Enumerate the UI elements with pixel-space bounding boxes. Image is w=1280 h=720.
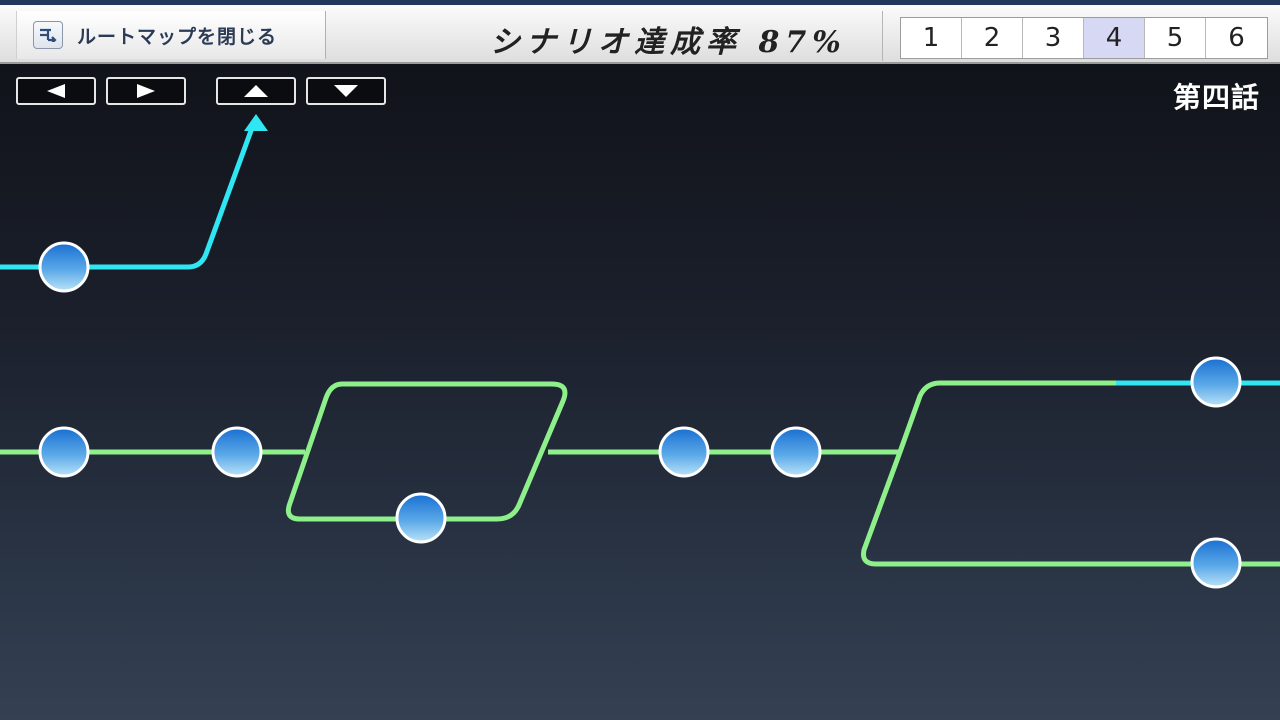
down-arrow-icon	[334, 85, 358, 97]
left-arrow-icon	[47, 84, 65, 98]
route-map-canvas	[0, 114, 1280, 589]
scroll-right-button[interactable]	[106, 77, 186, 105]
scroll-down-button[interactable]	[306, 77, 386, 105]
route-node[interactable]	[211, 426, 263, 478]
right-arrow-icon	[137, 84, 155, 98]
scroll-left-button[interactable]	[16, 77, 96, 105]
route-node[interactable]	[658, 426, 710, 478]
route-node[interactable]	[770, 426, 822, 478]
green-route-branch-loop-2	[861, 380, 1280, 567]
route-node[interactable]	[38, 241, 90, 293]
route-node[interactable]	[1190, 537, 1242, 589]
route-nodes	[38, 241, 1242, 589]
cyan-route-arrowhead	[244, 114, 268, 131]
cyan-route-line	[0, 125, 255, 270]
episode-title: 第四話	[1172, 81, 1260, 114]
route-node[interactable]	[395, 492, 447, 544]
up-arrow-icon	[244, 85, 268, 97]
route-node[interactable]	[1190, 356, 1242, 408]
route-node[interactable]	[38, 426, 90, 478]
scroll-up-button[interactable]	[216, 77, 296, 105]
